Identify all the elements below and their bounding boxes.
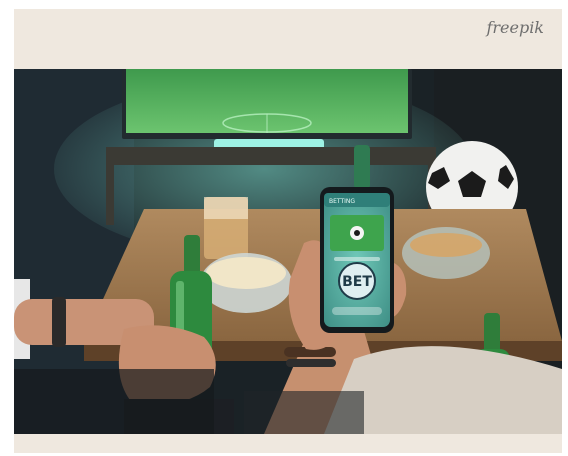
app-header-label: BETTING [329, 198, 355, 205]
stock-photo: BETTING BET [14, 69, 562, 434]
photo-scene: BETTING BET [14, 69, 562, 434]
freepik-watermark: freepik [486, 18, 544, 37]
smartphone: BETTING BET [320, 187, 394, 333]
bet-label: BET [342, 274, 372, 290]
